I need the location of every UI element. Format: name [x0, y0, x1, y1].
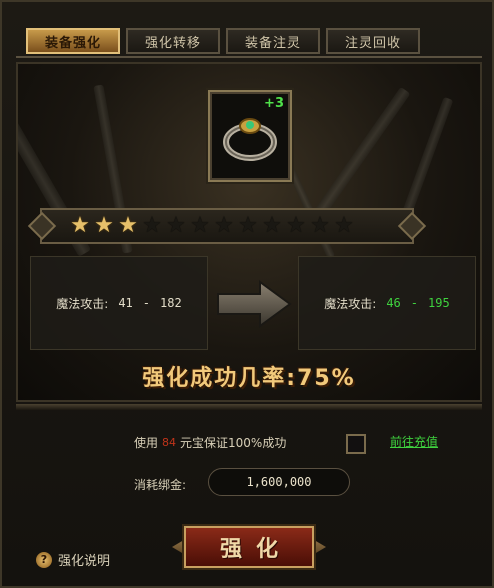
star-empty-icon: ★ [310, 213, 330, 238]
next-stat-min: 46 [386, 296, 401, 310]
enhance-button[interactable]: 强化 [172, 520, 326, 574]
tab-enhance-transfer[interactable]: 强化转移 [126, 28, 220, 54]
enhance-button-label: 强化 [184, 526, 314, 568]
tab-divider [16, 56, 482, 58]
guarantee-cost: 84 [162, 436, 177, 449]
guarantee-suffix: 元宝保证100%成功 [180, 436, 287, 450]
star-filled-icon: ★ [118, 213, 138, 238]
recharge-link[interactable]: 前往充值 [390, 433, 438, 450]
next-stat-label: 魔法攻击: [324, 296, 377, 311]
star-empty-icon: ★ [142, 213, 162, 238]
tab-bar: 装备强化 强化转移 装备注灵 注灵回收 [26, 28, 420, 54]
current-stat-label: 魔法攻击: [56, 296, 109, 311]
current-stat-min: 41 [118, 296, 133, 310]
star-empty-icon: ★ [238, 213, 258, 238]
star-empty-icon: ★ [190, 213, 210, 238]
current-stat-max: 182 [160, 296, 182, 310]
arrow-right-icon [217, 280, 292, 328]
tab-infuse-recycle[interactable]: 注灵回收 [326, 28, 420, 54]
next-stat-max: 195 [428, 296, 450, 310]
gold-cost-label: 消耗绑金: [134, 478, 187, 492]
tab-equip-enhance[interactable]: 装备强化 [26, 28, 120, 54]
star-empty-icon: ★ [262, 213, 282, 238]
guarantee-prefix: 使用 [134, 436, 159, 450]
star-empty-icon: ★ [334, 213, 354, 238]
guarantee-row: 使用 84 元宝保证100%成功 [134, 434, 286, 451]
current-stat-sep: - [142, 296, 151, 310]
star-empty-icon: ★ [214, 213, 234, 238]
star-track: ★ ★ ★ ★ ★ ★ ★ ★ ★ ★ ★ ★ [68, 214, 388, 238]
star-filled-icon: ★ [70, 213, 90, 238]
question-icon: ? [36, 551, 52, 568]
tab-equip-infuse[interactable]: 装备注灵 [226, 28, 320, 54]
next-stat-box: 魔法攻击: 46 - 195 [298, 256, 476, 350]
star-empty-icon: ★ [166, 213, 186, 238]
star-empty-icon: ★ [286, 213, 306, 238]
equipment-slot[interactable]: +3 [208, 90, 292, 182]
panel-divider [16, 404, 482, 410]
help-label: 强化说明 [58, 554, 111, 569]
enhance-window: 装备强化 强化转移 装备注灵 注灵回收 +3 ★ ★ ★ ★ ★ ★ ★ ★ ★ ★ ★ ★ 魔法攻击… [0, 0, 494, 588]
current-stat-box: 魔法攻击: 41 - 182 [30, 256, 208, 350]
next-stat-sep: - [410, 296, 419, 310]
gold-cost-value: 1,600,000 [208, 468, 350, 496]
success-rate-text: 强化成功几率:75% [142, 366, 356, 391]
enhance-level-badge: +3 [264, 96, 284, 111]
star-level-bar: ★ ★ ★ ★ ★ ★ ★ ★ ★ ★ ★ ★ [27, 208, 427, 244]
guarantee-checkbox[interactable] [346, 434, 366, 454]
star-filled-icon: ★ [94, 213, 114, 238]
help-link[interactable]: ? 强化说明 [36, 550, 110, 569]
